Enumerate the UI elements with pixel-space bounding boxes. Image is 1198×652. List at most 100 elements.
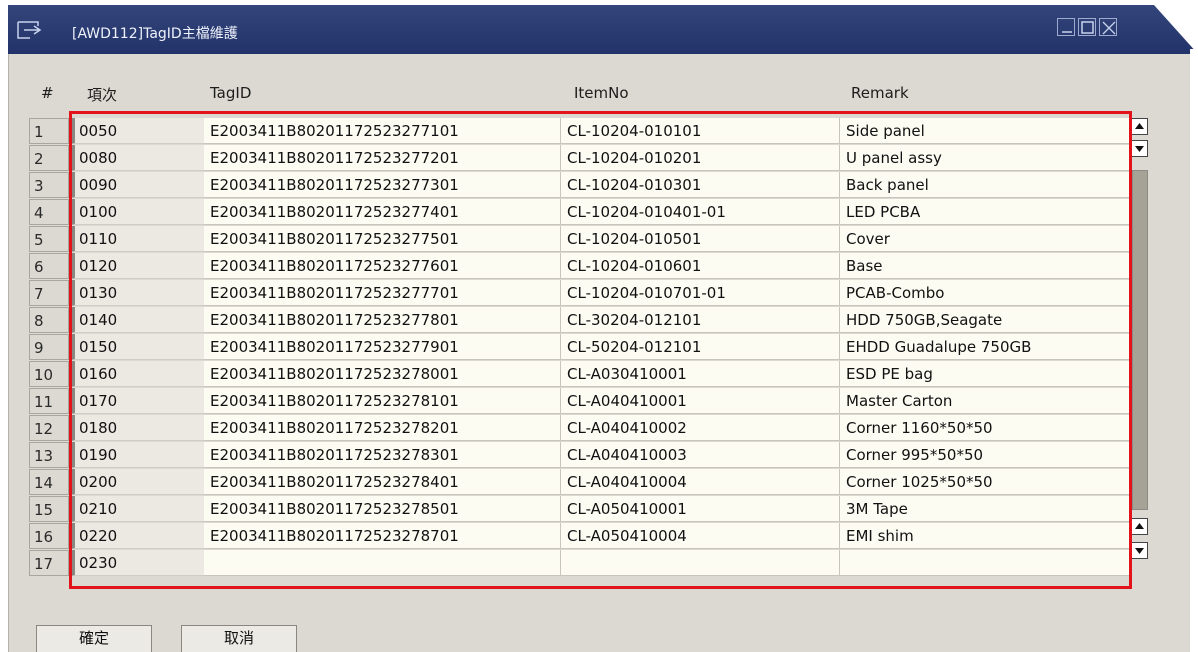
- tagid-cell[interactable]: E2003411B80201172523277201: [204, 145, 561, 171]
- tagid-cell[interactable]: E2003411B80201172523278101: [204, 388, 561, 414]
- seq-cell[interactable]: 0230: [71, 550, 204, 576]
- row-number[interactable]: 7: [29, 280, 69, 306]
- window-menu-icon[interactable]: [16, 20, 40, 38]
- itemno-cell[interactable]: CL-A050410001: [561, 496, 840, 522]
- seq-cell[interactable]: 0150: [71, 334, 204, 360]
- itemno-cell[interactable]: CL-A040410001: [561, 388, 840, 414]
- page-down-icon[interactable]: [1131, 140, 1148, 157]
- itemno-cell[interactable]: CL-50204-012101: [561, 334, 840, 360]
- seq-cell[interactable]: 0130: [71, 280, 204, 306]
- column-header-itemno[interactable]: ItemNo: [574, 84, 629, 102]
- column-header-seq[interactable]: 項次: [87, 84, 117, 105]
- row-number[interactable]: 14: [29, 469, 69, 495]
- title-bar[interactable]: [AWD112]TagID主檔維護: [8, 5, 1198, 54]
- tagid-cell[interactable]: E2003411B80201172523277101: [204, 118, 561, 144]
- row-number[interactable]: 5: [29, 226, 69, 252]
- row-number[interactable]: 4: [29, 199, 69, 225]
- row-number[interactable]: 9: [29, 334, 69, 360]
- remark-cell[interactable]: Corner 1025*50*50: [840, 469, 1129, 495]
- itemno-cell[interactable]: CL-10204-010401-01: [561, 199, 840, 225]
- remark-cell[interactable]: Cover: [840, 226, 1129, 252]
- itemno-cell[interactable]: CL-10204-010701-01: [561, 280, 840, 306]
- itemno-cell[interactable]: CL-A030410001: [561, 361, 840, 387]
- remark-cell[interactable]: ESD PE bag: [840, 361, 1129, 387]
- tagid-cell[interactable]: E2003411B80201172523277901: [204, 334, 561, 360]
- remark-cell[interactable]: [840, 550, 1129, 576]
- tagid-cell[interactable]: E2003411B80201172523278401: [204, 469, 561, 495]
- row-number[interactable]: 3: [29, 172, 69, 198]
- scroll-down-icon[interactable]: [1131, 542, 1148, 559]
- tagid-cell[interactable]: E2003411B80201172523278701: [204, 523, 561, 549]
- itemno-cell[interactable]: [561, 550, 840, 576]
- tagid-cell[interactable]: E2003411B80201172523278201: [204, 415, 561, 441]
- tagid-cell[interactable]: E2003411B80201172523277601: [204, 253, 561, 279]
- remark-cell[interactable]: LED PCBA: [840, 199, 1129, 225]
- remark-cell[interactable]: U panel assy: [840, 145, 1129, 171]
- seq-cell[interactable]: 0050: [71, 118, 204, 144]
- seq-cell[interactable]: 0170: [71, 388, 204, 414]
- seq-cell[interactable]: 0090: [71, 172, 204, 198]
- remark-cell[interactable]: PCAB-Combo: [840, 280, 1129, 306]
- page-up-icon[interactable]: [1131, 518, 1148, 535]
- itemno-cell[interactable]: CL-30204-012101: [561, 307, 840, 333]
- itemno-cell[interactable]: CL-A040410004: [561, 469, 840, 495]
- seq-cell[interactable]: 0140: [71, 307, 204, 333]
- itemno-cell[interactable]: CL-10204-010301: [561, 172, 840, 198]
- remark-cell[interactable]: HDD 750GB,Seagate: [840, 307, 1129, 333]
- tagid-cell[interactable]: E2003411B80201172523277501: [204, 226, 561, 252]
- row-number[interactable]: 16: [29, 523, 69, 549]
- tagid-cell[interactable]: E2003411B80201172523277701: [204, 280, 561, 306]
- row-number[interactable]: 8: [29, 307, 69, 333]
- itemno-cell[interactable]: CL-A040410003: [561, 442, 840, 468]
- column-header-remark[interactable]: Remark: [851, 84, 909, 102]
- seq-cell[interactable]: 0180: [71, 415, 204, 441]
- close-icon[interactable]: [1099, 18, 1117, 36]
- minimize-icon[interactable]: [1057, 18, 1075, 36]
- itemno-cell[interactable]: CL-A040410002: [561, 415, 840, 441]
- vertical-scrollbar[interactable]: [1130, 118, 1150, 578]
- seq-cell[interactable]: 0100: [71, 199, 204, 225]
- itemno-cell[interactable]: CL-10204-010201: [561, 145, 840, 171]
- seq-cell[interactable]: 0210: [71, 496, 204, 522]
- remark-cell[interactable]: EHDD Guadalupe 750GB: [840, 334, 1129, 360]
- remark-cell[interactable]: EMI shim: [840, 523, 1129, 549]
- seq-cell[interactable]: 0220: [71, 523, 204, 549]
- tagid-cell[interactable]: E2003411B80201172523277801: [204, 307, 561, 333]
- seq-cell[interactable]: 0190: [71, 442, 204, 468]
- scrollbar-track[interactable]: [1132, 170, 1148, 510]
- itemno-cell[interactable]: CL-10204-010101: [561, 118, 840, 144]
- seq-cell[interactable]: 0110: [71, 226, 204, 252]
- itemno-cell[interactable]: CL-A050410004: [561, 523, 840, 549]
- row-number[interactable]: 13: [29, 442, 69, 468]
- scroll-up-icon[interactable]: [1131, 118, 1148, 135]
- tagid-cell[interactable]: E2003411B80201172523277401: [204, 199, 561, 225]
- seq-cell[interactable]: 0120: [71, 253, 204, 279]
- itemno-cell[interactable]: CL-10204-010601: [561, 253, 840, 279]
- column-header-tagid[interactable]: TagID: [210, 84, 251, 102]
- maximize-icon[interactable]: [1078, 18, 1096, 36]
- row-number[interactable]: 6: [29, 253, 69, 279]
- tagid-cell[interactable]: E2003411B80201172523278501: [204, 496, 561, 522]
- row-number[interactable]: 10: [29, 361, 69, 387]
- row-number[interactable]: 12: [29, 415, 69, 441]
- seq-cell[interactable]: 0160: [71, 361, 204, 387]
- remark-cell[interactable]: Corner 1160*50*50: [840, 415, 1129, 441]
- confirm-button[interactable]: 確定: [36, 625, 152, 652]
- column-header-num[interactable]: #: [41, 84, 54, 102]
- cancel-button[interactable]: 取消: [181, 625, 297, 652]
- tagid-cell[interactable]: E2003411B80201172523277301: [204, 172, 561, 198]
- row-number[interactable]: 15: [29, 496, 69, 522]
- row-number[interactable]: 11: [29, 388, 69, 414]
- seq-cell[interactable]: 0200: [71, 469, 204, 495]
- row-number[interactable]: 1: [29, 118, 69, 144]
- tagid-cell[interactable]: E2003411B80201172523278001: [204, 361, 561, 387]
- remark-cell[interactable]: Corner 995*50*50: [840, 442, 1129, 468]
- row-number[interactable]: 2: [29, 145, 69, 171]
- remark-cell[interactable]: 3M Tape: [840, 496, 1129, 522]
- tagid-cell[interactable]: E2003411B80201172523278301: [204, 442, 561, 468]
- row-number[interactable]: 17: [29, 550, 69, 576]
- remark-cell[interactable]: Back panel: [840, 172, 1129, 198]
- seq-cell[interactable]: 0080: [71, 145, 204, 171]
- remark-cell[interactable]: Master Carton: [840, 388, 1129, 414]
- remark-cell[interactable]: Side panel: [840, 118, 1129, 144]
